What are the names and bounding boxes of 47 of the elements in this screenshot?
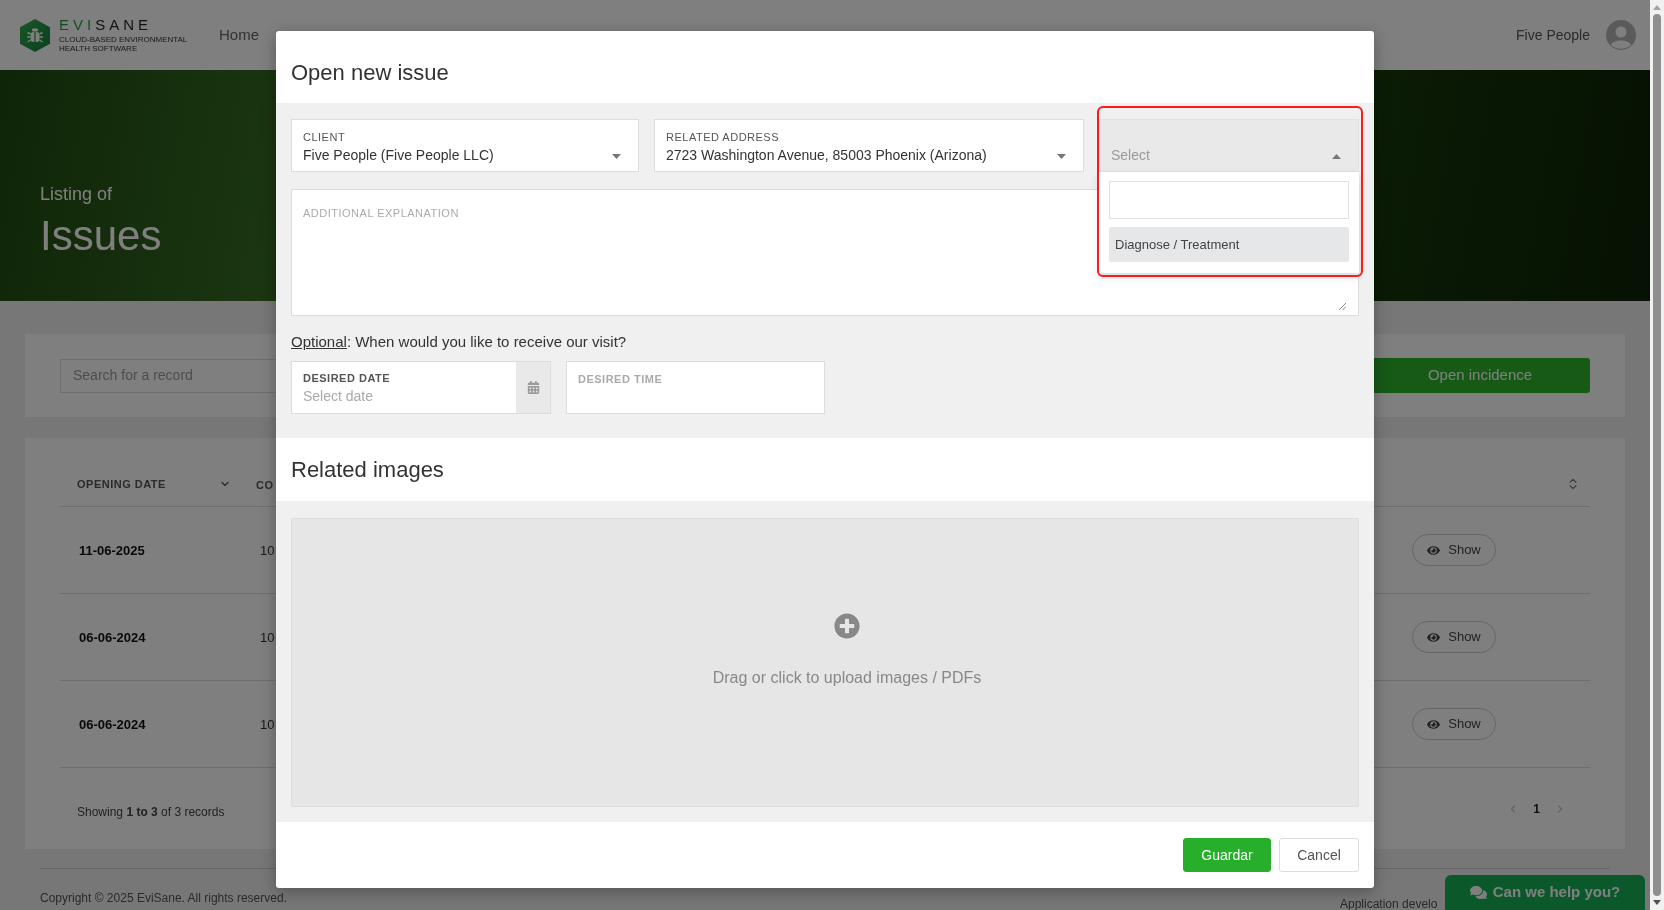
copyright-text: Copyright © 2025 EviSane. All rights reserved. <box>40 891 287 907</box>
dropdown-caret-icon <box>1332 154 1341 159</box>
eye-icon <box>1427 717 1441 731</box>
date-cell: 06-06-2024 <box>79 717 146 732</box>
records-summary: Showing 1 to 3 of 3 records <box>76 803 225 821</box>
page-number[interactable]: 1 <box>1533 799 1540 818</box>
chat-bubbles-icon <box>1469 884 1487 901</box>
resize-grip-icon[interactable] <box>1338 302 1346 310</box>
logo-tagline: CLOUD-BASED ENVIRONMENTAL HEALTH SOFTWARE <box>59 35 189 53</box>
visit-prompt: Optional: When would you like to receive our visit? <box>291 333 627 351</box>
date-cell: 11-06-2025 <box>79 543 145 558</box>
table-cell: 10 <box>260 630 275 645</box>
dropdown-option[interactable]: Diagnose / Treatment <box>1109 227 1349 262</box>
calendar-addon[interactable] <box>516 362 550 413</box>
cancel-button[interactable]: Cancel <box>1279 838 1359 872</box>
column-header[interactable]: OPENING DATE <box>77 475 166 493</box>
scrollbar-thumb[interactable] <box>1653 14 1661 896</box>
dropdown-search-field[interactable] <box>1109 181 1349 219</box>
dropdown-select[interactable]: RELATED ADDRESS 2723 Washington Avenue, 85003 Phoenix (Arizona) <box>654 119 1084 172</box>
date-field[interactable]: DESIRED DATE Select date <box>291 361 551 414</box>
hero-subtitle: Listing of <box>40 183 113 205</box>
time-field[interactable]: DESIRED TIME <box>566 361 825 414</box>
optional-link[interactable]: Optional <box>291 333 347 350</box>
user-name[interactable]: Five People <box>1516 24 1590 46</box>
save-button[interactable]: Guardar <box>1183 838 1271 872</box>
table-cell: 10 <box>260 717 275 732</box>
scroll-up-icon[interactable] <box>1653 5 1661 10</box>
date-cell: 06-06-2024 <box>79 630 146 645</box>
scroll-down-icon[interactable] <box>1653 900 1661 905</box>
credit-text: Application develo <box>1340 897 1438 910</box>
bug-logo-icon <box>20 18 50 52</box>
column-header[interactable]: CO <box>256 479 274 491</box>
dropdown-select[interactable]: Select <box>1099 119 1359 172</box>
table-cell: 10 <box>260 543 275 558</box>
calendar-icon <box>526 381 540 394</box>
modal-title: Open new issue <box>291 58 449 87</box>
dropdown-caret-icon <box>1057 154 1066 159</box>
section-title: Related images <box>291 456 444 484</box>
eye-icon <box>1427 543 1441 557</box>
upload-dropzone[interactable]: Drag or click to upload images / PDFs <box>291 518 1359 807</box>
hero-title: Issues <box>40 212 162 260</box>
chat-button[interactable]: Can we help you? <box>1445 875 1645 910</box>
avatar-icon[interactable] <box>1606 20 1636 50</box>
dropdown-caret-icon <box>612 154 621 159</box>
nav-link[interactable]: Home <box>219 23 259 47</box>
eye-icon <box>1427 630 1441 644</box>
dropdown-select[interactable]: CLIENT Five People (Five People LLC) <box>291 119 639 172</box>
